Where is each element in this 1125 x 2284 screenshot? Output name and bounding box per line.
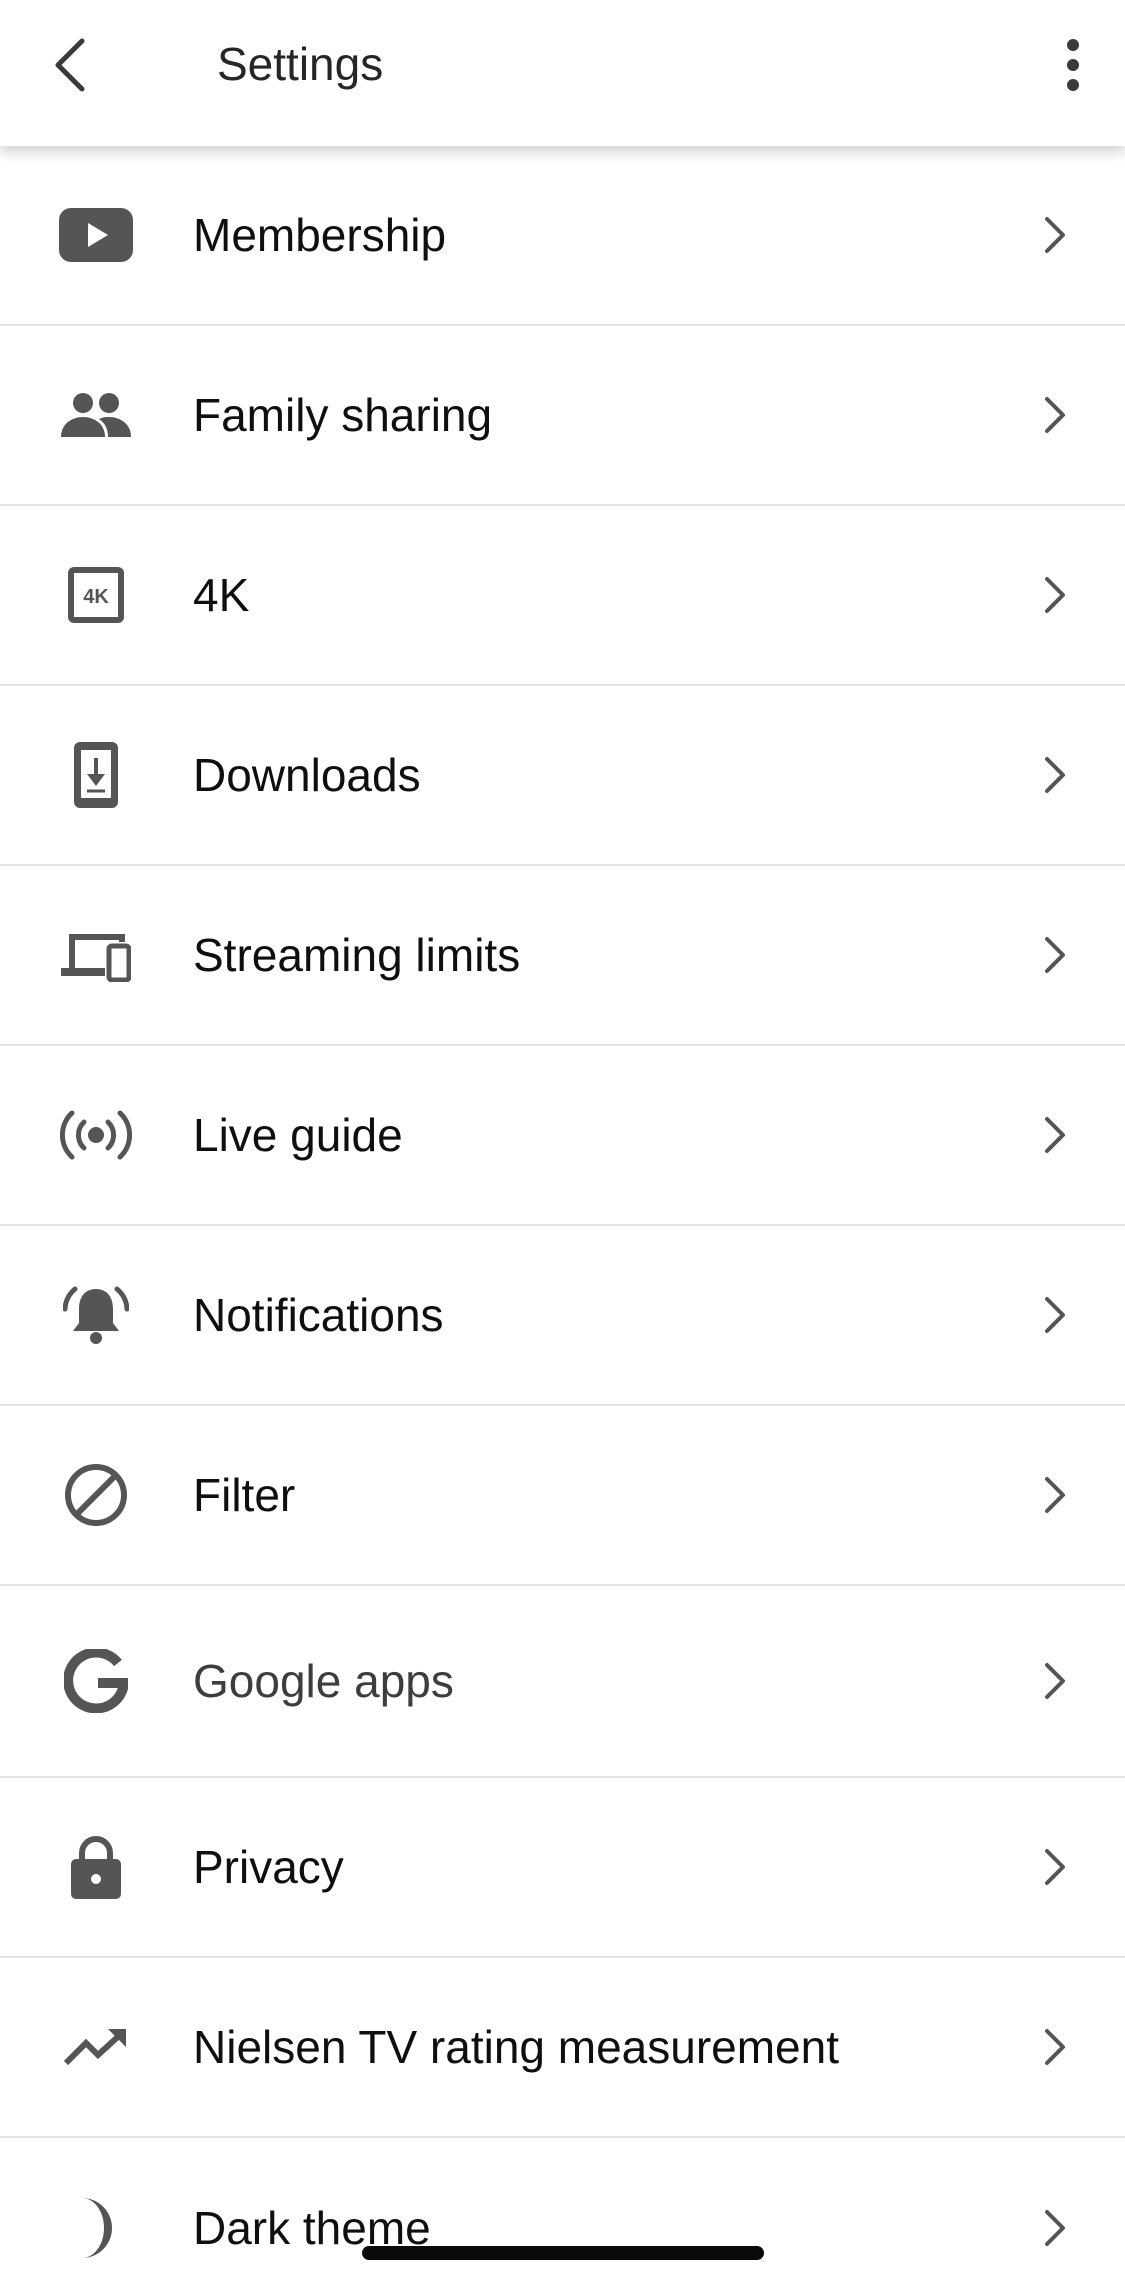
chevron-right-icon xyxy=(1035,2017,1075,2077)
chevron-right-icon xyxy=(1035,745,1075,805)
4k-icon: 4K xyxy=(56,555,136,635)
devices-icon xyxy=(56,915,136,995)
settings-item-label: Family sharing xyxy=(193,389,493,441)
bell-ringing-icon xyxy=(56,1275,136,1355)
settings-item-label: Filter xyxy=(193,1469,296,1521)
live-broadcast-icon xyxy=(56,1095,136,1175)
settings-item-filter[interactable]: Filter xyxy=(0,1406,1125,1586)
chevron-right-icon xyxy=(1035,1105,1075,1165)
people-icon xyxy=(56,375,136,455)
settings-item-nielsen[interactable]: Nielsen TV rating measurement xyxy=(0,1958,1125,2138)
chevron-right-icon xyxy=(1035,1651,1075,1711)
settings-item-label: Notifications xyxy=(193,1289,444,1341)
settings-item-label: Nielsen TV rating measurement xyxy=(193,2021,839,2073)
chevron-right-icon xyxy=(1035,2198,1075,2258)
chevron-left-icon xyxy=(50,35,90,95)
settings-item-label: Live guide xyxy=(193,1109,403,1161)
trending-up-icon xyxy=(56,2007,136,2087)
home-indicator[interactable] xyxy=(362,2246,764,2260)
phone-download-icon xyxy=(56,735,136,815)
chevron-right-icon xyxy=(1035,205,1075,265)
settings-item-dark-theme[interactable]: Dark theme xyxy=(0,2138,1125,2284)
chevron-right-icon xyxy=(1035,385,1075,445)
block-icon xyxy=(56,1455,136,1535)
settings-item-streaming-limits[interactable]: Streaming limits xyxy=(0,866,1125,1046)
settings-screen: Settings Membership Family sharing 4K 4K… xyxy=(0,0,1125,2284)
settings-item-downloads[interactable]: Downloads xyxy=(0,686,1125,866)
settings-item-label: Membership xyxy=(193,209,447,261)
settings-item-membership[interactable]: Membership xyxy=(0,146,1125,326)
chevron-right-icon xyxy=(1035,1465,1075,1525)
settings-item-family-sharing[interactable]: Family sharing xyxy=(0,326,1125,506)
chevron-right-icon xyxy=(1035,925,1075,985)
chevron-right-icon xyxy=(1035,1285,1075,1345)
chevron-right-icon xyxy=(1035,565,1075,625)
settings-item-label: Streaming limits xyxy=(193,929,521,981)
app-bar: Settings xyxy=(0,0,1125,146)
google-g-icon xyxy=(56,1641,136,1721)
chevron-right-icon xyxy=(1035,1837,1075,1897)
moon-icon xyxy=(56,2188,136,2268)
more-options-button[interactable] xyxy=(1041,22,1105,108)
lock-icon xyxy=(56,1827,136,1907)
back-button[interactable] xyxy=(30,22,110,108)
settings-item-label: Downloads xyxy=(193,749,421,801)
settings-item-label: Google apps xyxy=(193,1655,454,1707)
page-title: Settings xyxy=(217,38,384,90)
youtube-play-icon xyxy=(56,195,136,275)
settings-item-google-apps[interactable]: Google apps xyxy=(0,1586,1125,1778)
svg-text:4K: 4K xyxy=(83,586,109,608)
settings-item-privacy[interactable]: Privacy xyxy=(0,1778,1125,1958)
settings-item-live-guide[interactable]: Live guide xyxy=(0,1046,1125,1226)
more-vert-icon xyxy=(1065,39,1081,91)
settings-item-4k[interactable]: 4K 4K xyxy=(0,506,1125,686)
settings-item-notifications[interactable]: Notifications xyxy=(0,1226,1125,1406)
settings-list: Membership Family sharing 4K 4K Download… xyxy=(0,146,1125,2284)
settings-item-label: Privacy xyxy=(193,1841,344,1893)
settings-item-label: 4K xyxy=(193,569,250,621)
